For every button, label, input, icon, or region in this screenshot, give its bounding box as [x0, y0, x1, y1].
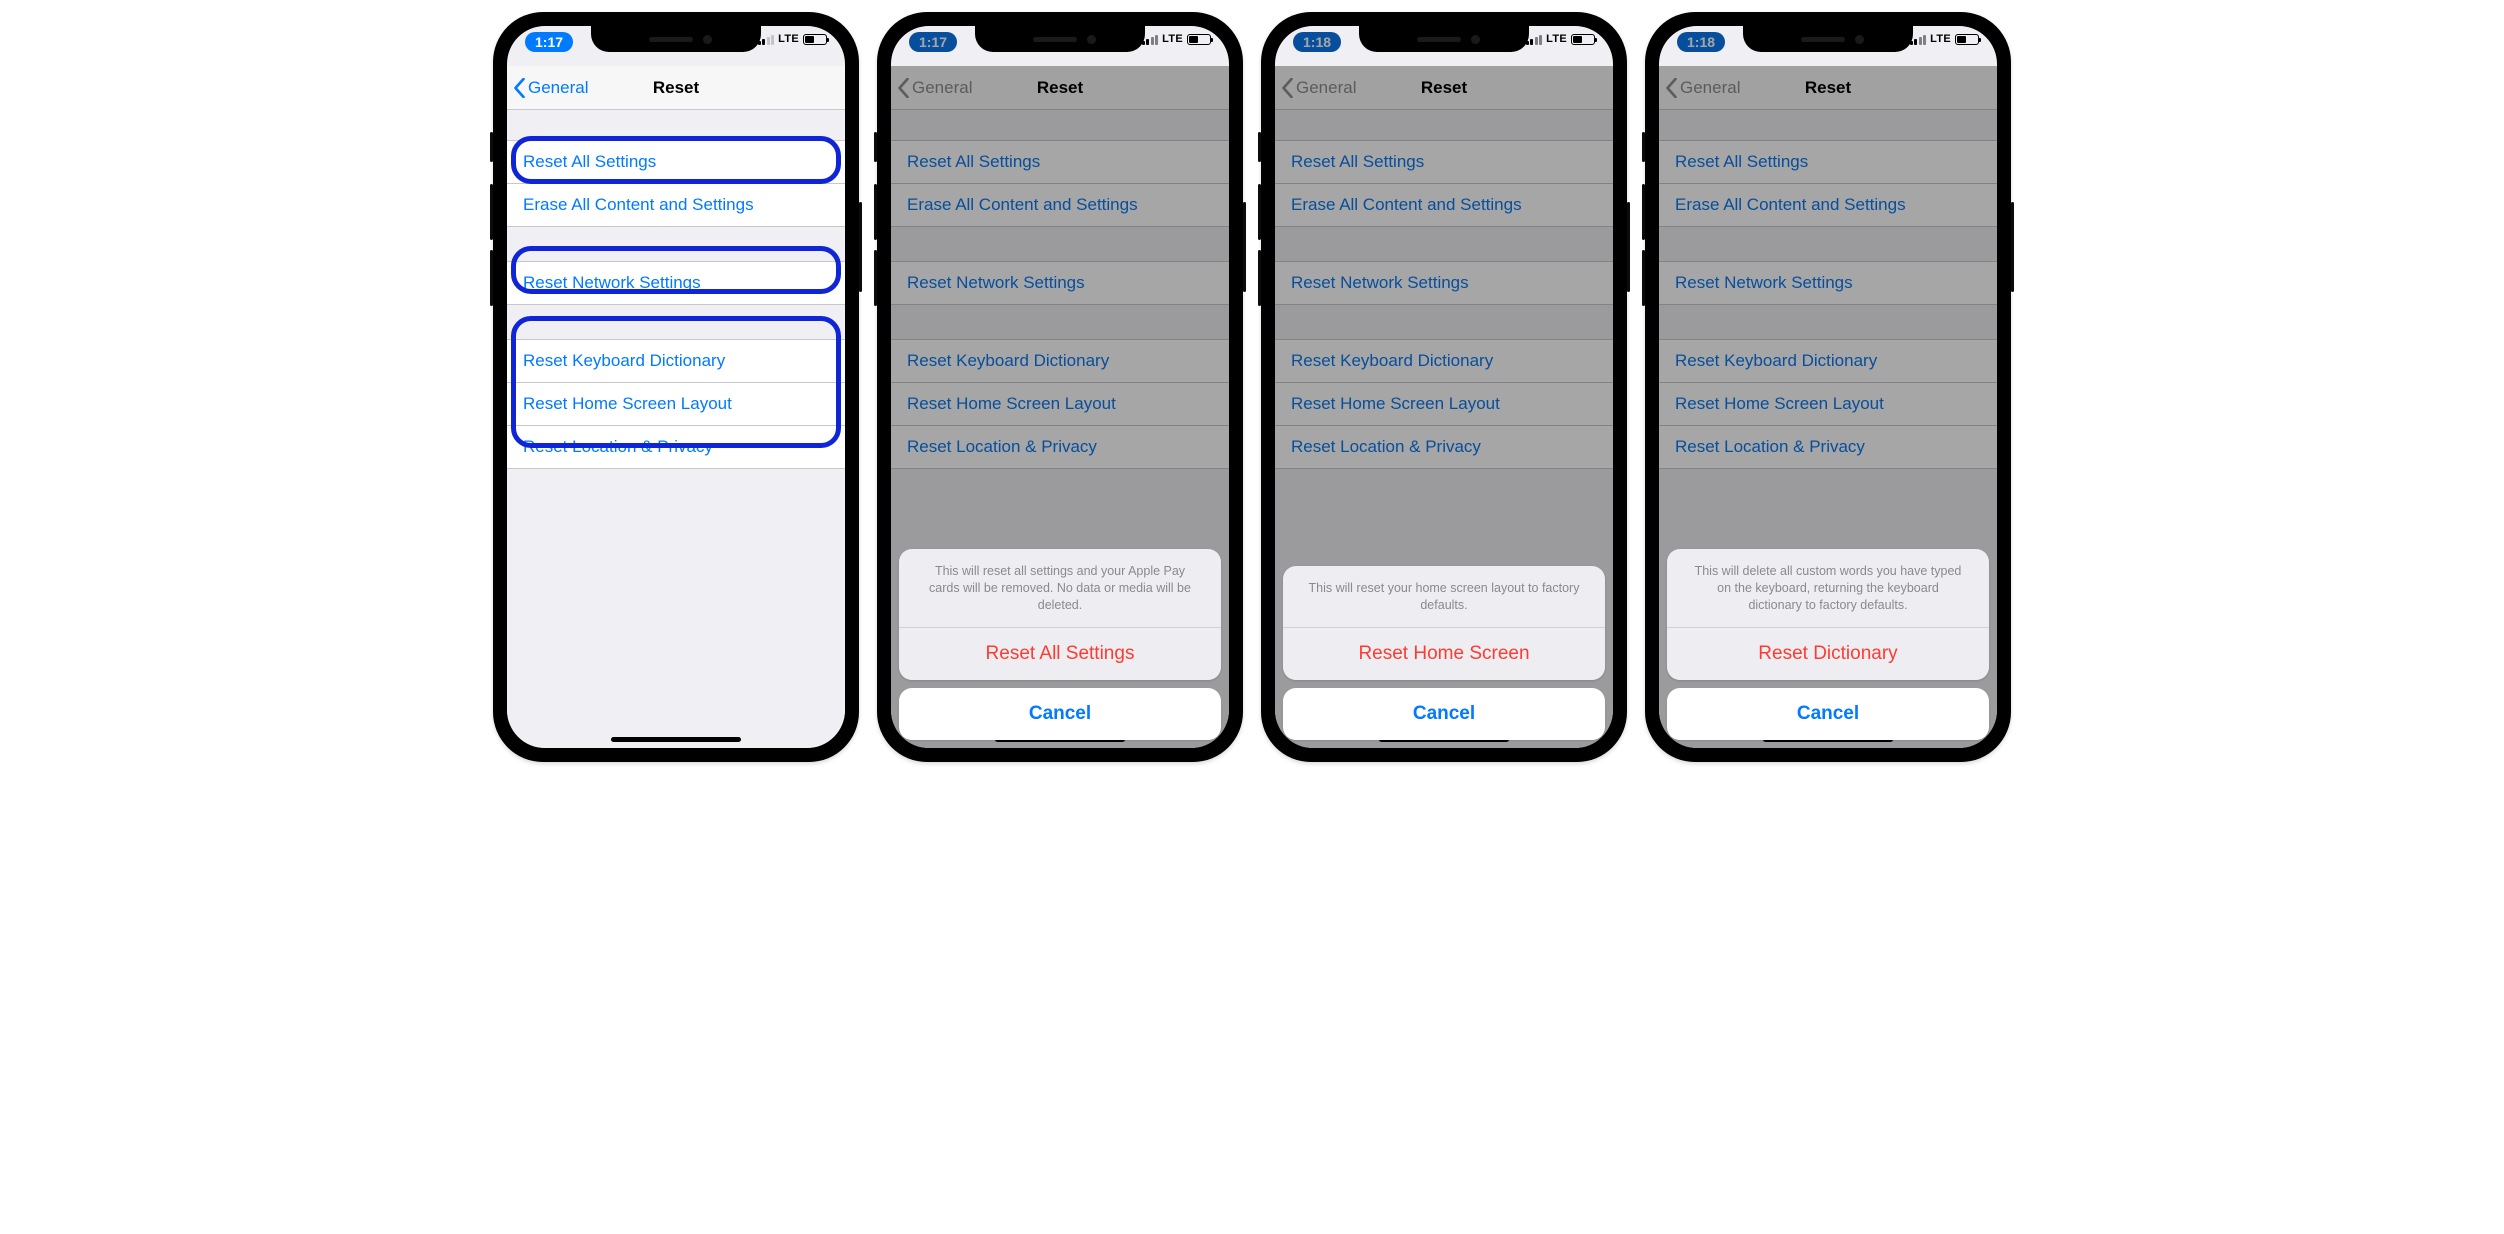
reset-network-settings-row[interactable]: Reset Network Settings	[1275, 262, 1613, 304]
erase-all-content-row[interactable]: Erase All Content and Settings	[1659, 184, 1997, 226]
action-sheet: This will delete all custom words you ha…	[1667, 549, 1989, 740]
back-button[interactable]: General	[891, 78, 972, 98]
nav-bar: General Reset	[1275, 66, 1613, 110]
battery-icon	[1955, 34, 1979, 45]
mute-switch	[490, 132, 493, 162]
action-sheet: This will reset your home screen layout …	[1283, 566, 1605, 740]
chevron-left-icon	[1665, 78, 1678, 98]
back-label: General	[1680, 78, 1740, 98]
volume-up-button	[1642, 184, 1645, 240]
erase-all-content-row[interactable]: Erase All Content and Settings	[1275, 184, 1613, 226]
reset-all-settings-row[interactable]: Reset All Settings	[507, 141, 845, 184]
erase-all-content-row[interactable]: Erase All Content and Settings	[891, 184, 1229, 226]
reset-keyboard-dictionary-row[interactable]: Reset Keyboard Dictionary	[1275, 340, 1613, 383]
action-sheet-message: This will reset your home screen layout …	[1283, 566, 1605, 628]
action-sheet-cancel-button[interactable]: Cancel	[899, 688, 1221, 740]
mute-switch	[874, 132, 877, 162]
notch	[1743, 26, 1913, 52]
back-label: General	[528, 78, 588, 98]
back-label: General	[912, 78, 972, 98]
mute-switch	[1258, 132, 1261, 162]
carrier-label: LTE	[1546, 33, 1567, 45]
reset-location-privacy-row[interactable]: Reset Location & Privacy	[1275, 426, 1613, 468]
side-button	[2011, 202, 2014, 292]
erase-all-content-row[interactable]: Erase All Content and Settings	[507, 184, 845, 226]
reset-location-privacy-row[interactable]: Reset Location & Privacy	[507, 426, 845, 468]
action-sheet-cancel-button[interactable]: Cancel	[1667, 688, 1989, 740]
carrier-label: LTE	[1930, 33, 1951, 45]
battery-icon	[1187, 34, 1211, 45]
reset-menu: Reset All Settings Erase All Content and…	[507, 110, 845, 748]
action-sheet-message: This will reset all settings and your Ap…	[899, 549, 1221, 628]
volume-down-button	[1258, 250, 1261, 306]
volume-down-button	[490, 250, 493, 306]
volume-up-button	[490, 184, 493, 240]
phone-frame: 1:17 LTE General Reset Reset All Setting…	[493, 12, 859, 762]
back-button[interactable]: General	[1659, 78, 1740, 98]
action-sheet-cancel-button[interactable]: Cancel	[1283, 688, 1605, 740]
action-sheet: This will reset all settings and your Ap…	[899, 549, 1221, 740]
status-time: 1:18	[1677, 32, 1725, 52]
carrier-label: LTE	[1162, 33, 1183, 45]
reset-location-privacy-row[interactable]: Reset Location & Privacy	[891, 426, 1229, 468]
reset-network-settings-row[interactable]: Reset Network Settings	[891, 262, 1229, 304]
phone-frame: 1:18 LTE General Reset Reset All Setting…	[1261, 12, 1627, 762]
volume-down-button	[874, 250, 877, 306]
battery-icon	[803, 34, 827, 45]
volume-up-button	[874, 184, 877, 240]
reset-home-screen-layout-row[interactable]: Reset Home Screen Layout	[1275, 383, 1613, 426]
volume-down-button	[1642, 250, 1645, 306]
reset-keyboard-dictionary-row[interactable]: Reset Keyboard Dictionary	[891, 340, 1229, 383]
home-indicator[interactable]	[611, 737, 741, 742]
reset-all-settings-row[interactable]: Reset All Settings	[1275, 141, 1613, 184]
back-label: General	[1296, 78, 1356, 98]
side-button	[1627, 202, 1630, 292]
action-sheet-message: This will delete all custom words you ha…	[1667, 549, 1989, 628]
chevron-left-icon	[1281, 78, 1294, 98]
phone-frame: 1:18 LTE General Reset Reset All Setting…	[1645, 12, 2011, 762]
side-button	[1243, 202, 1246, 292]
reset-location-privacy-row[interactable]: Reset Location & Privacy	[1659, 426, 1997, 468]
chevron-left-icon	[513, 78, 526, 98]
reset-home-screen-layout-row[interactable]: Reset Home Screen Layout	[891, 383, 1229, 426]
action-sheet-destructive-button[interactable]: Reset Dictionary	[1667, 628, 1989, 680]
reset-keyboard-dictionary-row[interactable]: Reset Keyboard Dictionary	[1659, 340, 1997, 383]
reset-home-screen-layout-row[interactable]: Reset Home Screen Layout	[1659, 383, 1997, 426]
action-sheet-destructive-button[interactable]: Reset All Settings	[899, 628, 1221, 680]
status-time: 1:17	[909, 32, 957, 52]
status-time: 1:18	[1293, 32, 1341, 52]
status-time: 1:17	[525, 32, 573, 52]
nav-bar: General Reset	[507, 66, 845, 110]
chevron-left-icon	[897, 78, 910, 98]
action-sheet-destructive-button[interactable]: Reset Home Screen	[1283, 628, 1605, 680]
reset-all-settings-row[interactable]: Reset All Settings	[891, 141, 1229, 184]
back-button[interactable]: General	[1275, 78, 1356, 98]
nav-bar: General Reset	[891, 66, 1229, 110]
volume-up-button	[1258, 184, 1261, 240]
reset-keyboard-dictionary-row[interactable]: Reset Keyboard Dictionary	[507, 340, 845, 383]
side-button	[859, 202, 862, 292]
phone-frame: 1:17 LTE General Reset Reset All Setting…	[877, 12, 1243, 762]
notch	[975, 26, 1145, 52]
notch	[591, 26, 761, 52]
reset-home-screen-layout-row[interactable]: Reset Home Screen Layout	[507, 383, 845, 426]
nav-bar: General Reset	[1659, 66, 1997, 110]
carrier-label: LTE	[778, 33, 799, 45]
reset-network-settings-row[interactable]: Reset Network Settings	[1659, 262, 1997, 304]
notch	[1359, 26, 1529, 52]
reset-all-settings-row[interactable]: Reset All Settings	[1659, 141, 1997, 184]
reset-network-settings-row[interactable]: Reset Network Settings	[507, 262, 845, 304]
back-button[interactable]: General	[507, 78, 588, 98]
battery-icon	[1571, 34, 1595, 45]
mute-switch	[1642, 132, 1645, 162]
